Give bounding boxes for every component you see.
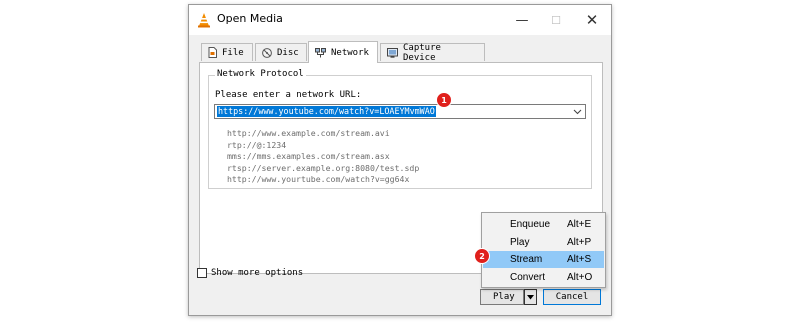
menu-item-shortcut: Alt+O xyxy=(567,272,593,283)
close-button[interactable]: ✕ xyxy=(575,5,609,35)
menu-item-label: Convert xyxy=(510,272,546,283)
menu-item-label: Play xyxy=(510,237,530,248)
tab-file-label: File xyxy=(222,47,244,58)
menu-item-convert[interactable]: Convert Alt+O xyxy=(483,269,604,286)
tab-disc-label: Disc xyxy=(277,47,299,58)
menu-item-stream[interactable]: Stream Alt+S xyxy=(483,251,604,268)
tab-capture-device-label: Capture Device xyxy=(403,42,441,63)
caret-down-icon xyxy=(527,294,534,299)
example-url: rtp://@:1234 xyxy=(227,139,287,150)
disc-icon xyxy=(262,47,272,58)
cancel-button[interactable]: Cancel xyxy=(543,289,601,305)
play-dropdown-button[interactable] xyxy=(524,289,537,305)
url-label: Please enter a network URL: xyxy=(215,90,362,100)
menu-item-shortcut: Alt+P xyxy=(567,237,592,248)
file-icon xyxy=(208,47,217,58)
show-more-options[interactable]: Show more options xyxy=(197,268,303,278)
step-badge-2: 2 xyxy=(474,248,490,264)
url-input[interactable]: https://www.youtube.com/watch?v=LOAEYMvm… xyxy=(214,104,586,119)
network-protocol-group: Network Protocol Please enter a network … xyxy=(208,69,592,189)
menu-item-enqueue[interactable]: Enqueue Alt+E xyxy=(483,216,604,233)
show-more-label: Show more options xyxy=(211,268,304,278)
group-title: Network Protocol xyxy=(215,69,306,79)
step-badge-1: 1 xyxy=(436,92,452,108)
capture-device-icon xyxy=(387,47,398,58)
menu-item-play[interactable]: Play Alt+P xyxy=(483,234,604,251)
show-more-checkbox[interactable] xyxy=(197,268,207,278)
play-options-menu: Enqueue Alt+E Play Alt+P Stream Alt+S Co… xyxy=(481,212,606,288)
menu-item-label: Enqueue xyxy=(510,219,551,230)
tab-network[interactable]: Network xyxy=(308,41,378,63)
play-button[interactable]: Play xyxy=(480,289,524,305)
chevron-down-icon[interactable] xyxy=(573,107,582,116)
example-url: mms://mms.examples.com/stream.asx xyxy=(227,151,390,162)
window-title: Open Media xyxy=(217,12,283,25)
menu-item-shortcut: Alt+S xyxy=(567,254,592,265)
example-url: http://www.yourtube.com/watch?v=gg64x xyxy=(227,174,410,185)
tab-capture-device[interactable]: Capture Device xyxy=(380,42,485,63)
vlc-cone-icon xyxy=(198,13,210,28)
url-value[interactable]: https://www.youtube.com/watch?v=LOAEYMvm… xyxy=(217,106,436,117)
example-url: http://www.example.com/stream.avi xyxy=(227,128,390,138)
menu-item-label: Stream xyxy=(510,254,543,265)
minimize-button[interactable]: — xyxy=(505,5,539,35)
title-bar: Open Media — ☐ ✕ xyxy=(189,5,611,35)
tab-disc[interactable]: Disc xyxy=(255,43,307,61)
menu-item-shortcut: Alt+E xyxy=(567,219,592,230)
example-url: rtsp://server.example.org:8080/test.sdp xyxy=(227,162,420,173)
maximize-button[interactable]: ☐ xyxy=(539,5,573,35)
tab-network-label: Network xyxy=(331,47,369,58)
tab-file[interactable]: File xyxy=(201,43,253,61)
network-icon xyxy=(315,47,326,58)
url-examples: http://www.example.com/stream.avi rtp://… xyxy=(227,128,419,186)
